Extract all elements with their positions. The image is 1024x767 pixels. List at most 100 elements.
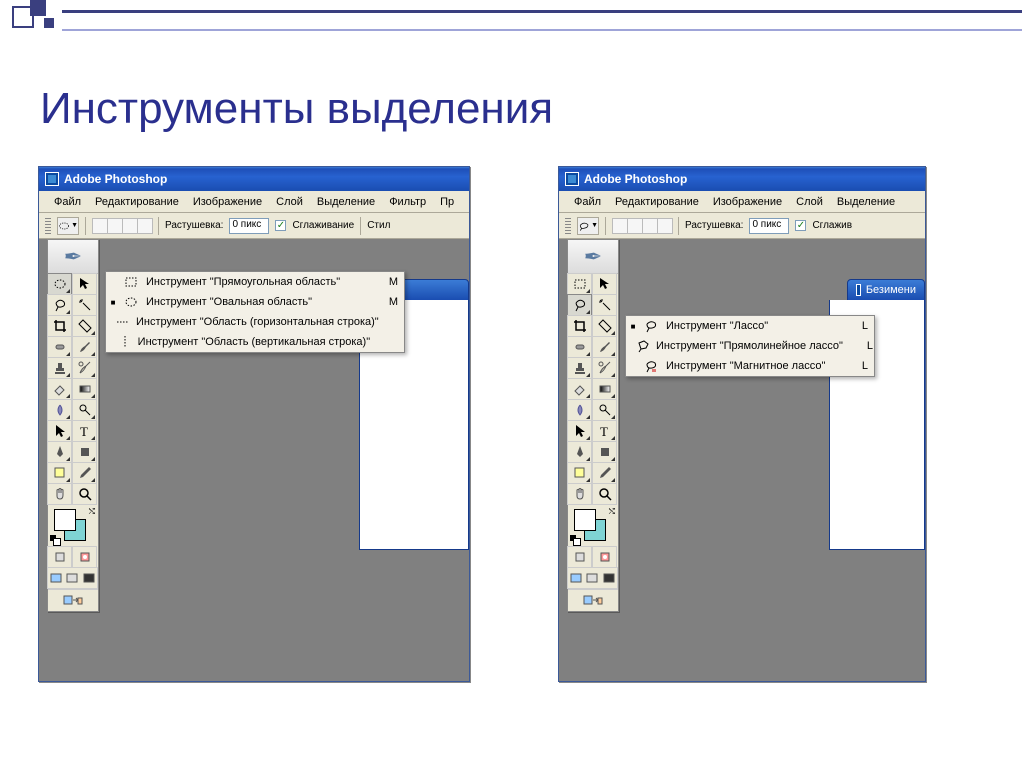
mode-standard[interactable] bbox=[567, 546, 592, 568]
flyout-item-hrow[interactable]: Инструмент "Область (горизонтальная стро… bbox=[106, 312, 404, 332]
flyout-item-magnetic-lasso[interactable]: Инструмент "Магнитное лассо" L bbox=[626, 356, 874, 376]
menu-more[interactable]: Пр bbox=[433, 193, 461, 211]
tool-path-select[interactable] bbox=[47, 420, 72, 442]
tool-history-brush[interactable] bbox=[592, 357, 617, 379]
jump-to-imageready[interactable] bbox=[48, 589, 98, 611]
flyout-item-ellipse[interactable]: ■ Инструмент "Овальная область" M bbox=[106, 292, 404, 312]
tool-blur[interactable] bbox=[47, 399, 72, 421]
menu-file[interactable]: Файл bbox=[567, 193, 608, 211]
tool-gradient[interactable] bbox=[592, 378, 617, 400]
flyout-item-lasso[interactable]: ■ Инструмент "Лассо" L bbox=[626, 316, 874, 336]
tool-hand[interactable] bbox=[567, 483, 592, 505]
mode-quickmask[interactable] bbox=[72, 546, 97, 568]
fg-color-swatch[interactable] bbox=[574, 509, 596, 531]
tool-slice[interactable] bbox=[72, 315, 97, 337]
selection-mode-buttons[interactable] bbox=[612, 218, 672, 234]
document-tab[interactable]: Безимени bbox=[847, 279, 925, 301]
feather-input[interactable]: 0 пикс bbox=[229, 218, 269, 234]
tool-type[interactable]: T bbox=[72, 420, 97, 442]
flyout-item-vrow[interactable]: Инструмент "Область (вертикальная строка… bbox=[106, 332, 404, 352]
tool-wand[interactable] bbox=[72, 294, 97, 316]
tool-eraser[interactable] bbox=[567, 378, 592, 400]
menu-select[interactable]: Выделение bbox=[310, 193, 382, 211]
toolbox-header[interactable]: ✒ bbox=[568, 240, 618, 274]
tool-zoom[interactable] bbox=[592, 483, 617, 505]
current-tool-preview[interactable]: ▼ bbox=[577, 217, 599, 235]
menu-filter[interactable]: Фильтр bbox=[382, 193, 433, 211]
screen-modes[interactable] bbox=[567, 567, 618, 589]
titlebar[interactable]: Adobe Photoshop bbox=[39, 167, 469, 191]
tool-wand[interactable] bbox=[592, 294, 617, 316]
current-tool-preview[interactable]: ▼ bbox=[57, 217, 79, 235]
tool-lasso[interactable] bbox=[567, 294, 592, 316]
tool-stamp[interactable] bbox=[47, 357, 72, 379]
menu-layer[interactable]: Слой bbox=[789, 193, 830, 211]
mode-quickmask[interactable] bbox=[592, 546, 617, 568]
color-swatches[interactable]: ⤭ bbox=[48, 505, 98, 547]
tool-hand[interactable] bbox=[47, 483, 72, 505]
swap-colors-icon[interactable]: ⤭ bbox=[89, 507, 95, 517]
tool-lasso[interactable] bbox=[47, 294, 72, 316]
tool-blur[interactable] bbox=[567, 399, 592, 421]
tool-pen[interactable] bbox=[567, 441, 592, 463]
swap-colors-icon[interactable]: ⤭ bbox=[609, 507, 615, 517]
tool-crop[interactable] bbox=[47, 315, 72, 337]
options-bar: ▼ Растушевка: 0 пикс Сглаживание Стил bbox=[39, 213, 469, 239]
tool-crop[interactable] bbox=[567, 315, 592, 337]
antialias-checkbox[interactable] bbox=[275, 220, 286, 231]
tool-marquee[interactable] bbox=[567, 273, 592, 295]
toolbox-header[interactable]: ✒ bbox=[48, 240, 98, 274]
tool-heal[interactable] bbox=[567, 336, 592, 358]
tool-dodge[interactable] bbox=[592, 399, 617, 421]
tool-eyedropper[interactable] bbox=[72, 462, 97, 484]
tool-heal[interactable] bbox=[47, 336, 72, 358]
titlebar[interactable]: Adobe Photoshop bbox=[559, 167, 925, 191]
lasso-flyout[interactable]: ■ Инструмент "Лассо" L Инструмент "Прямо… bbox=[625, 315, 875, 377]
tool-notes[interactable] bbox=[567, 462, 592, 484]
menu-layer[interactable]: Слой bbox=[269, 193, 310, 211]
tool-eraser[interactable] bbox=[47, 378, 72, 400]
menu-edit[interactable]: Редактирование bbox=[608, 193, 706, 211]
tool-slice[interactable] bbox=[592, 315, 617, 337]
default-colors-icon[interactable] bbox=[50, 535, 60, 545]
selection-mode-buttons[interactable] bbox=[92, 218, 152, 234]
tool-type[interactable]: T bbox=[592, 420, 617, 442]
vrow-marquee-icon bbox=[118, 335, 132, 349]
feather-input[interactable]: 0 пикс bbox=[749, 218, 789, 234]
tool-stamp[interactable] bbox=[567, 357, 592, 379]
tool-brush[interactable] bbox=[72, 336, 97, 358]
flyout-item-poly-lasso[interactable]: Инструмент "Прямолинейное лассо" L bbox=[626, 336, 874, 356]
tool-zoom[interactable] bbox=[72, 483, 97, 505]
hrow-marquee-icon bbox=[116, 315, 130, 329]
grip-icon[interactable] bbox=[45, 218, 51, 234]
tool-path-select[interactable] bbox=[567, 420, 592, 442]
menu-file[interactable]: Файл bbox=[47, 193, 88, 211]
tool-brush[interactable] bbox=[592, 336, 617, 358]
tool-history-brush[interactable] bbox=[72, 357, 97, 379]
tool-shape[interactable] bbox=[72, 441, 97, 463]
tool-move[interactable] bbox=[592, 273, 617, 295]
menu-select[interactable]: Выделение bbox=[830, 193, 902, 211]
marquee-flyout[interactable]: Инструмент "Прямоугольная область" M ■ И… bbox=[105, 271, 405, 353]
fg-color-swatch[interactable] bbox=[54, 509, 76, 531]
tool-gradient[interactable] bbox=[72, 378, 97, 400]
tool-dodge[interactable] bbox=[72, 399, 97, 421]
tool-pen[interactable] bbox=[47, 441, 72, 463]
jump-to-imageready[interactable] bbox=[568, 589, 618, 611]
tool-move[interactable] bbox=[72, 273, 97, 295]
screen-modes[interactable] bbox=[47, 567, 98, 589]
tool-shape[interactable] bbox=[592, 441, 617, 463]
menubar: Файл Редактирование Изображение Слой Выд… bbox=[559, 191, 925, 213]
tool-notes[interactable] bbox=[47, 462, 72, 484]
menu-image[interactable]: Изображение bbox=[706, 193, 789, 211]
antialias-checkbox[interactable] bbox=[795, 220, 806, 231]
grip-icon[interactable] bbox=[565, 218, 571, 234]
mode-standard[interactable] bbox=[47, 546, 72, 568]
tool-eyedropper[interactable] bbox=[592, 462, 617, 484]
default-colors-icon[interactable] bbox=[570, 535, 580, 545]
menu-image[interactable]: Изображение bbox=[186, 193, 269, 211]
menu-edit[interactable]: Редактирование bbox=[88, 193, 186, 211]
color-swatches[interactable]: ⤭ bbox=[568, 505, 618, 547]
flyout-item-rect[interactable]: Инструмент "Прямоугольная область" M bbox=[106, 272, 404, 292]
tool-marquee[interactable] bbox=[47, 273, 72, 295]
